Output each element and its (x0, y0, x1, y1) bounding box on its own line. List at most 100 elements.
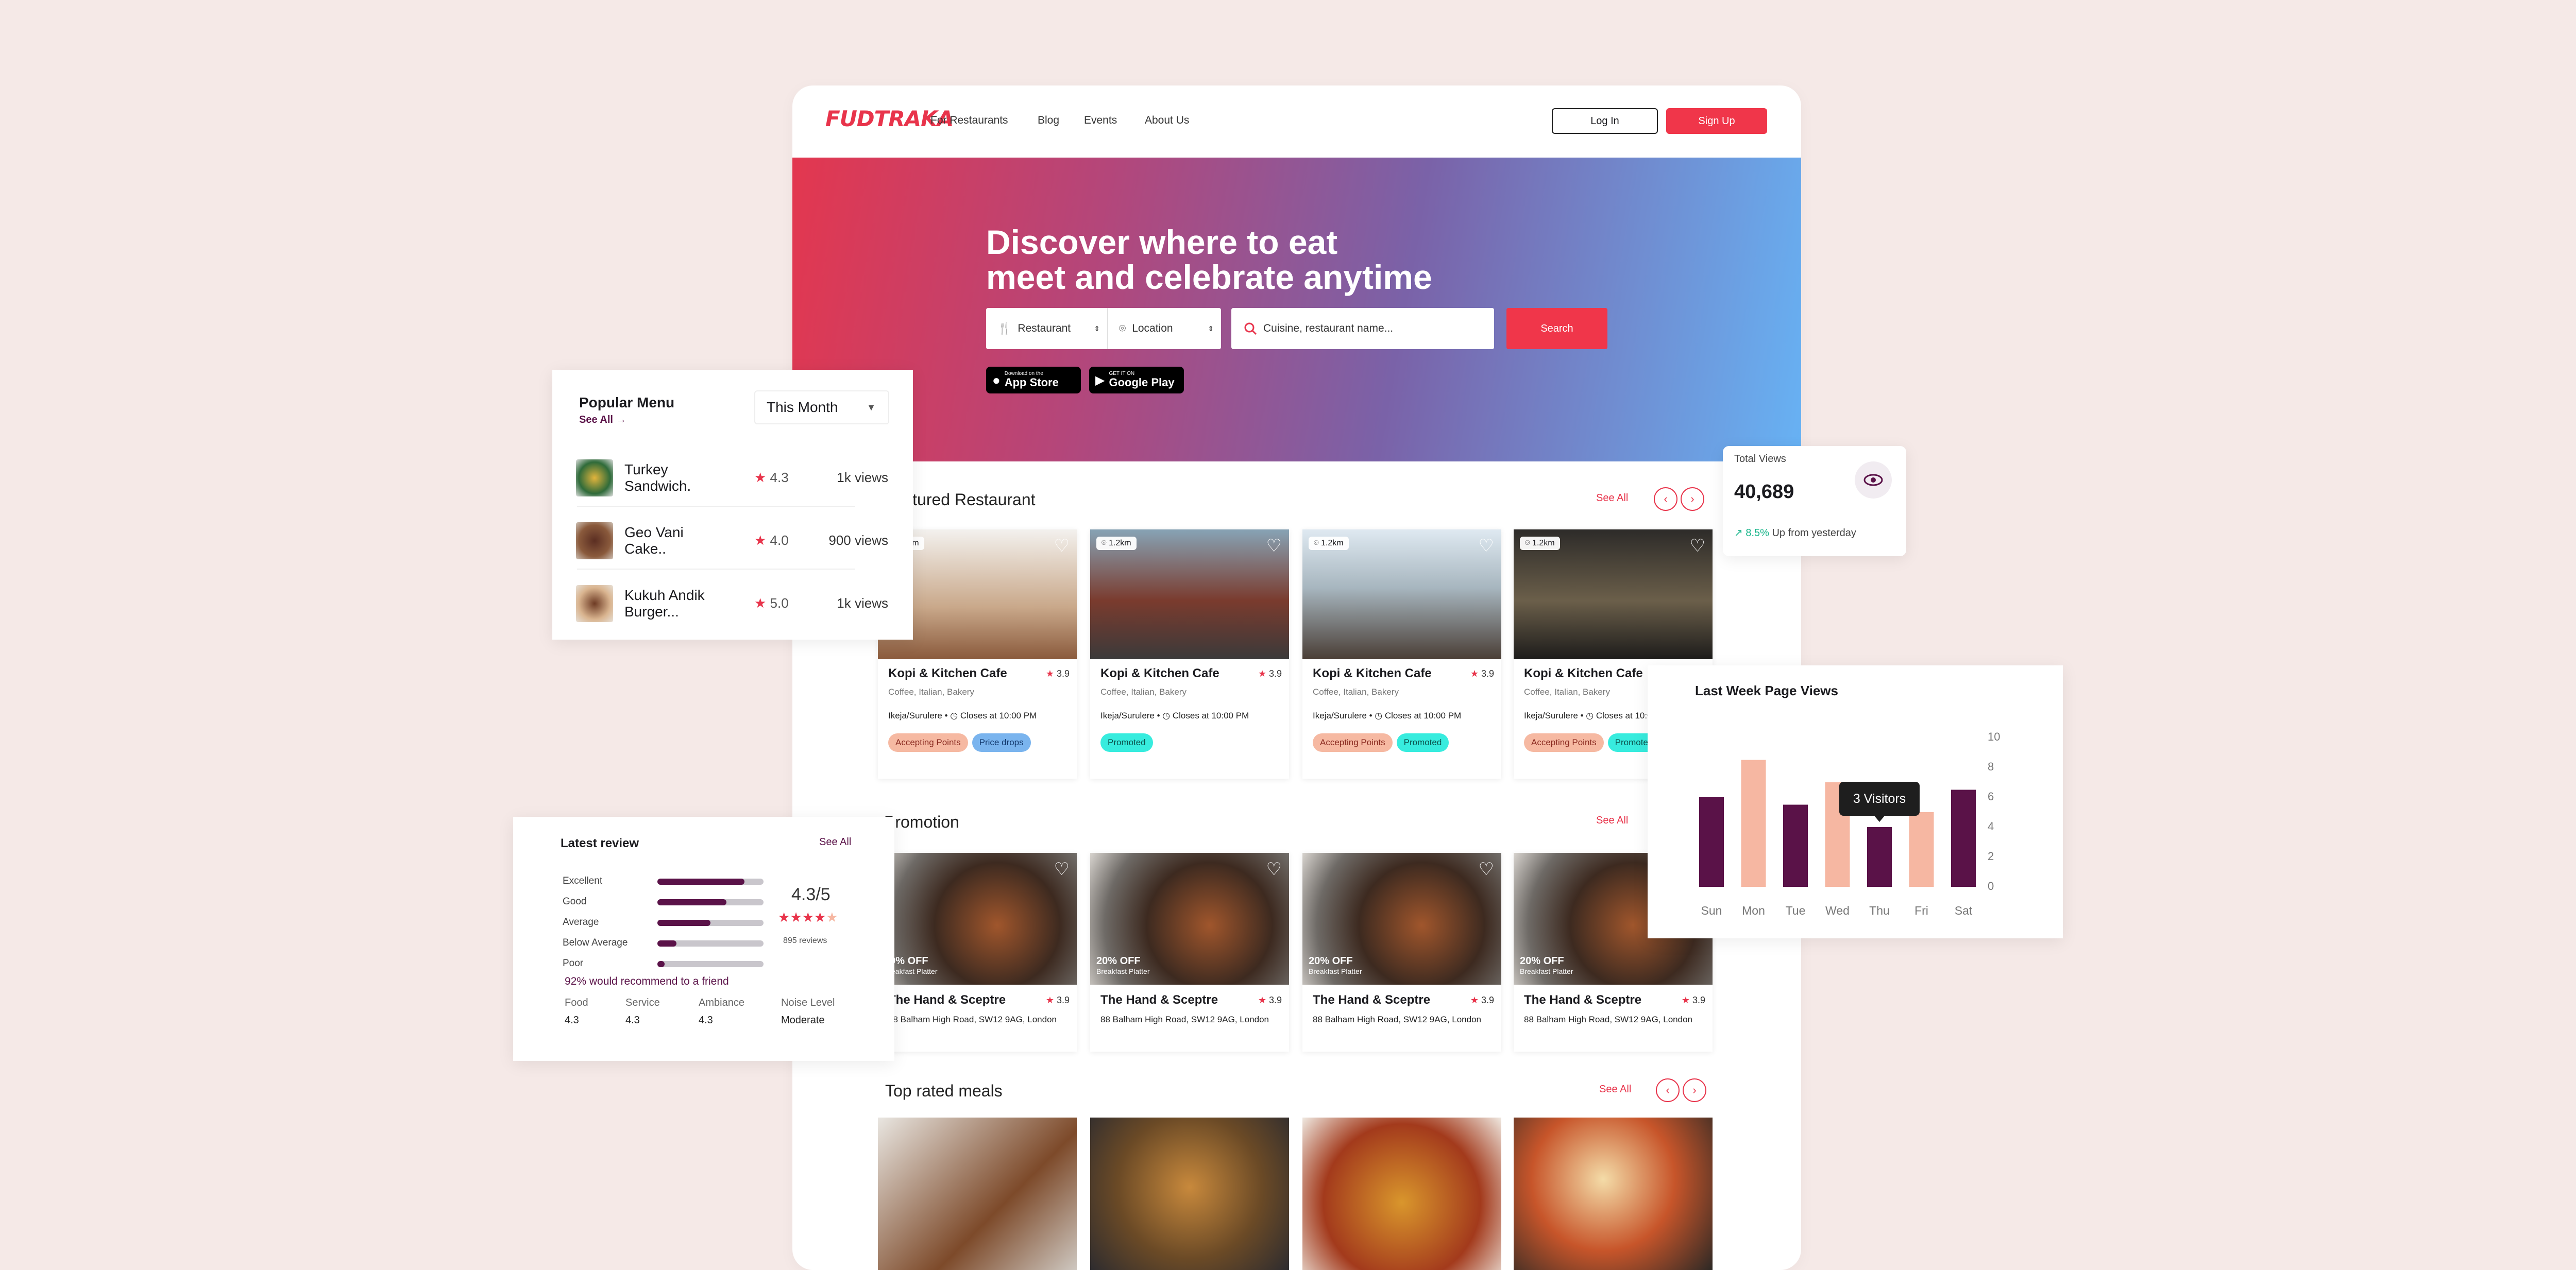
discount-label: 20% OFF Breakfast Platter (1096, 955, 1150, 975)
restaurant-image: ⌾ 1.2km ♡ (1514, 529, 1713, 659)
metric-value: 4.3 (699, 1015, 713, 1026)
promotion-image: ♡ 20% OFFBreakfast Platter (1090, 853, 1289, 985)
bar-thu[interactable] (1867, 827, 1892, 887)
play-icon: ▶ (1095, 373, 1105, 387)
star-icon: ★ (790, 909, 802, 925)
restaurant-select[interactable]: 🍴 Restaurant ⇕ (986, 308, 1108, 349)
location-pin-icon: ⌾ (1119, 322, 1126, 335)
promotion-card[interactable]: ♡20% OFFBreakfast PlatterThe Hand & Scep… (1090, 853, 1289, 1052)
location-select[interactable]: ⌾ Location ⇕ (1108, 308, 1221, 349)
popular-menu-see-all-label: See All (579, 414, 613, 425)
bar-tue[interactable] (1783, 804, 1808, 887)
restaurant-card[interactable]: ⌾ 1.2km ♡ Kopi & Kitchen Cafe ★ 3.9 Coffee, … (1302, 529, 1501, 779)
star-icon: ★ (1258, 668, 1269, 679)
metric-label: Noise Level (781, 997, 835, 1008)
featured-see-all[interactable]: See All (1596, 492, 1628, 504)
rating-bar-track (657, 879, 764, 885)
star-icon: ★ (1045, 995, 1057, 1005)
menu-item-views: 1k views (837, 595, 888, 611)
latest-review-see-all[interactable]: See All (819, 836, 851, 848)
nav-about-us[interactable]: About Us (1145, 114, 1189, 127)
rating-category-label: Poor (563, 958, 584, 969)
discount-value: 20% OFF (1520, 955, 1564, 967)
rating-bar-track (657, 961, 764, 967)
menu-item-row[interactable]: Kukuh Andik Burger... ★ 5.0 1k views (552, 572, 913, 628)
heart-icon[interactable]: ♡ (1054, 859, 1070, 880)
menu-item-rating: ★ 4.0 (754, 533, 789, 548)
trend-up-icon: ↗ (1734, 527, 1743, 539)
y-tick-label: 6 (1988, 790, 1994, 803)
address-text: 88 Balham High Road, SW12 9AG, London (888, 1015, 1057, 1024)
location-hours: Ikeja/Surulere • ◷ Closes at 10:00 PM (1100, 711, 1249, 721)
featured-prev-button[interactable]: ‹ (1654, 487, 1677, 511)
cuisine-text: Coffee, Italian, Bakery (888, 687, 974, 697)
updown-icon: ⇕ (1208, 324, 1214, 333)
address-text: 88 Balham High Road, SW12 9AG, London (1100, 1015, 1269, 1024)
promotion-see-all[interactable]: See All (1596, 815, 1628, 827)
discount-value: 20% OFF (1309, 955, 1353, 967)
deal-name: Breakfast Platter (1309, 967, 1362, 975)
menu-item-row[interactable]: Geo Vani Cake.. ★ 4.0 900 views (552, 509, 913, 570)
google-play-badge[interactable]: ▶ GET IT ON Google Play (1089, 367, 1184, 393)
restaurant-image: ⌾ 1.2km ♡ (1090, 529, 1289, 659)
search-input[interactable]: Cuisine, restaurant name... (1231, 308, 1494, 349)
heart-icon[interactable]: ♡ (1054, 536, 1070, 556)
featured-next-button[interactable]: › (1681, 487, 1704, 511)
rating-category-label: Below Average (563, 937, 628, 948)
clock-icon: • ◷ (1366, 711, 1385, 720)
rating-bar-fill (657, 879, 744, 885)
star-icon: ★ (754, 470, 770, 485)
nav-blog[interactable]: Blog (1038, 114, 1059, 127)
promotion-image: ♡ 20% OFFBreakfast Platter (1302, 853, 1501, 985)
divider (577, 506, 855, 507)
meal-image[interactable] (1090, 1118, 1289, 1270)
cuisine-text: Coffee, Italian, Bakery (1524, 687, 1610, 697)
divider (577, 569, 855, 570)
googleplay-big: Google Play (1109, 376, 1175, 389)
promotion-card[interactable]: ♡20% OFFBreakfast PlatterThe Hand & Scep… (878, 853, 1077, 1052)
top-rated-see-all[interactable]: See All (1599, 1084, 1631, 1095)
login-button[interactable]: Log In (1552, 108, 1658, 134)
search-button[interactable]: Search (1506, 308, 1607, 349)
rating-value: 3.9 (1056, 995, 1070, 1005)
restaurant-card[interactable]: ⌾ 1.2km ♡ Kopi & Kitchen Cafe ★ 3.9 Coffee, … (1090, 529, 1289, 779)
closing-time: Closes at 10:00 PM (960, 711, 1037, 720)
meal-image[interactable] (1302, 1118, 1501, 1270)
top-rated-prev-button[interactable]: ‹ (1656, 1078, 1680, 1102)
y-tick-label: 4 (1988, 820, 1994, 833)
rating-value: 3.9 (1268, 995, 1282, 1005)
x-tick-label: Sat (1955, 904, 1973, 917)
heart-icon[interactable]: ♡ (1266, 536, 1282, 556)
nav-events[interactable]: Events (1084, 114, 1117, 127)
meal-image[interactable] (878, 1118, 1077, 1270)
meal-image[interactable] (1514, 1118, 1713, 1270)
top-rated-next-button[interactable]: › (1683, 1078, 1706, 1102)
caret-down-icon: ▼ (867, 402, 876, 413)
nav-for-restaurants[interactable]: For Restaurants (930, 114, 1008, 127)
rating-value: 3.9 (1481, 995, 1494, 1005)
period-dropdown[interactable]: This Month ▼ (754, 390, 889, 424)
app-store-badge[interactable]: ● Download on the App Store (986, 367, 1081, 393)
bar-fri[interactable] (1909, 812, 1934, 887)
heart-icon[interactable]: ♡ (1479, 859, 1494, 880)
food-thumbnail (576, 585, 613, 622)
review-stars: ★★★★★ (778, 909, 838, 925)
menu-item-row[interactable]: Turkey Sandwich. ★ 4.3 1k views (552, 446, 913, 507)
updown-icon: ⇕ (1094, 324, 1100, 333)
bar-mon[interactable] (1741, 760, 1766, 887)
heart-icon[interactable]: ♡ (1479, 536, 1494, 556)
restaurant-name: Kopi & Kitchen Cafe (1524, 666, 1643, 680)
bar-sun[interactable] (1699, 797, 1724, 887)
promotion-card[interactable]: ♡20% OFFBreakfast PlatterThe Hand & Scep… (1302, 853, 1501, 1052)
latest-review-title: Latest review (561, 836, 639, 850)
heart-icon[interactable]: ♡ (1690, 536, 1705, 556)
popular-menu-see-all[interactable]: See All → (579, 414, 626, 426)
signup-button[interactable]: Sign Up (1666, 108, 1767, 134)
heart-icon[interactable]: ♡ (1266, 859, 1282, 880)
bar-sat[interactable] (1951, 790, 1976, 887)
menu-item-views: 900 views (828, 533, 888, 548)
rating-bar-fill (657, 899, 726, 905)
popular-menu-title: Popular Menu (579, 394, 675, 410)
restaurant-rating: ★ 3.9 (1470, 668, 1494, 679)
cuisine-text: Coffee, Italian, Bakery (1100, 687, 1187, 697)
